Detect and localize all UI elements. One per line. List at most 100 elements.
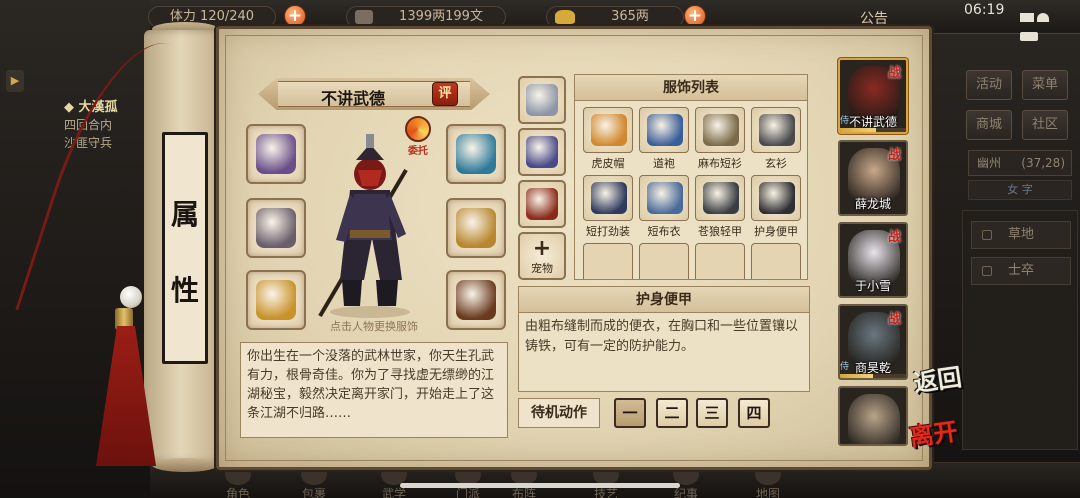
mask-category-icon — [526, 188, 558, 220]
location-coordinates: (37,28) — [1021, 156, 1065, 170]
costume-item-selected[interactable]: 护身便甲 — [749, 175, 803, 241]
costume-item[interactable]: 短打劲装 — [581, 175, 635, 241]
pet-label: 宠物 — [531, 262, 553, 275]
member-name: 薛龙城 — [854, 197, 891, 211]
party-member[interactable]: 战 侍 不讲武德 — [838, 58, 908, 134]
filter-bar[interactable]: 女 字 — [968, 180, 1072, 200]
battery-icon — [1020, 32, 1038, 41]
item-icon — [982, 266, 992, 276]
item-description-text: 由粗布缝制而成的便衣，在胸口和一些位置镶以铸铁，可有一定的防护能力。 — [525, 319, 799, 354]
battle-tag: 战 — [888, 230, 902, 245]
list-item[interactable]: 士卒 — [971, 257, 1071, 285]
hp-bar — [840, 128, 906, 132]
gold-ingot-icon — [555, 10, 575, 24]
party-member[interactable]: 战 侍 商昊乾 — [838, 304, 908, 380]
menu-button[interactable]: 菜单 — [1022, 70, 1068, 100]
costume-list-title: 服饰列表 — [575, 75, 807, 101]
tassel-bead — [120, 286, 142, 308]
add-gold-button[interactable]: + — [684, 5, 706, 27]
category-robe[interactable] — [518, 128, 566, 176]
character-sprite — [318, 134, 410, 318]
expand-arrow-icon[interactable]: ▶ — [6, 70, 24, 92]
money-icon — [355, 10, 373, 24]
bracer-icon — [256, 134, 296, 174]
category-hat[interactable] — [518, 76, 566, 124]
equip-slot-weapon[interactable] — [246, 198, 306, 258]
equip-slot-bracer[interactable] — [246, 124, 306, 184]
wifi-icon — [1037, 13, 1049, 22]
leave-button[interactable]: 离开 — [907, 410, 969, 463]
device-status-icons — [1020, 7, 1072, 41]
signal-icon — [1020, 13, 1034, 22]
gold-value: 365两 — [611, 9, 649, 24]
tab-char: 性 — [170, 274, 199, 307]
gold-display: 365两 — [546, 6, 684, 28]
party-member[interactable]: 战 于小雪 — [838, 222, 908, 298]
location-name: 幽州 — [977, 156, 1002, 170]
costume-item[interactable]: 玄衫 — [749, 107, 803, 173]
costume-item[interactable]: 苍狼轻甲 — [693, 175, 747, 241]
member-name: 于小雪 — [854, 279, 891, 293]
costume-item[interactable]: 短布衣 — [637, 175, 691, 241]
tiger-hat-icon — [591, 114, 627, 146]
add-stamina-button[interactable]: + — [284, 5, 306, 27]
idle-action-label: 待机动作 — [518, 398, 600, 428]
location-display: 幽州 (37,28) — [968, 150, 1072, 176]
character-name: 不讲武德 — [320, 89, 385, 108]
scroll-cap-bottom — [152, 458, 218, 472]
rate-button[interactable]: 评 — [432, 82, 458, 106]
robe-category-icon — [526, 136, 558, 168]
item-icon — [982, 230, 992, 240]
dark-shirt-icon — [759, 114, 795, 146]
beads-icon — [456, 280, 496, 320]
helmet-icon — [456, 134, 496, 174]
fighting-suit-icon — [591, 182, 627, 214]
idle-action-4[interactable]: 四 — [738, 398, 770, 428]
body-armor-icon — [759, 182, 795, 214]
nearby-list: 草地 士卒 — [962, 210, 1078, 450]
plus-icon: + — [532, 236, 552, 261]
activity-button[interactable]: 活动 — [966, 70, 1012, 100]
battle-tag: 战 — [888, 312, 902, 327]
costume-list: 服饰列表 虎皮帽 道袍 麻布短衫 玄衫 短打劲装 短布衣 苍狼轻甲 护身便甲 — [574, 74, 808, 280]
shop-button[interactable]: 商城 — [966, 110, 1012, 140]
idle-action-2[interactable]: 二 — [656, 398, 688, 428]
money-display: 1399两199文 — [346, 6, 506, 28]
character-figure[interactable] — [306, 130, 436, 320]
costume-item[interactable] — [693, 243, 747, 279]
category-pet[interactable]: + 宠物 — [518, 232, 566, 280]
ring-icon — [256, 280, 296, 320]
party-member[interactable]: 战 薛龙城 — [838, 140, 908, 216]
list-item[interactable]: 草地 — [971, 221, 1071, 249]
return-button[interactable]: 返回 — [911, 357, 969, 410]
blade-icon — [256, 208, 296, 248]
party-member[interactable] — [838, 386, 908, 446]
costume-item[interactable] — [637, 243, 691, 279]
linen-shirt-icon — [703, 114, 739, 146]
category-mask[interactable] — [518, 180, 566, 228]
robe-icon — [647, 114, 683, 146]
clock: 06:19 — [964, 2, 1005, 18]
hat-category-icon — [526, 84, 558, 116]
item-description-title: 护身便甲 — [519, 287, 809, 313]
idle-action-3[interactable]: 三 — [696, 398, 728, 428]
equip-slot-ring[interactable] — [246, 270, 306, 330]
money-value: 1399两199文 — [399, 9, 483, 24]
home-indicator — [400, 483, 680, 488]
costume-item[interactable] — [749, 243, 803, 279]
hp-bar — [840, 374, 906, 378]
costume-item[interactable]: 虎皮帽 — [581, 107, 635, 173]
announcement-button[interactable]: 公告 — [860, 8, 888, 28]
armor-icon — [456, 208, 496, 248]
costume-item[interactable]: 道袍 — [637, 107, 691, 173]
community-button[interactable]: 社区 — [1022, 110, 1068, 140]
costume-item[interactable] — [581, 243, 635, 279]
avatar — [848, 394, 900, 444]
equip-slot-accessory[interactable] — [446, 270, 506, 330]
idle-action-1[interactable]: 一 — [614, 398, 646, 428]
item-description: 护身便甲 由粗布缝制而成的便衣，在胸口和一些位置镶以铸铁，可有一定的防护能力。 — [518, 286, 810, 392]
battle-tag: 战 — [888, 66, 902, 81]
equip-slot-armor[interactable] — [446, 198, 506, 258]
costume-item[interactable]: 麻布短衫 — [693, 107, 747, 173]
equip-slot-helmet[interactable] — [446, 124, 506, 184]
